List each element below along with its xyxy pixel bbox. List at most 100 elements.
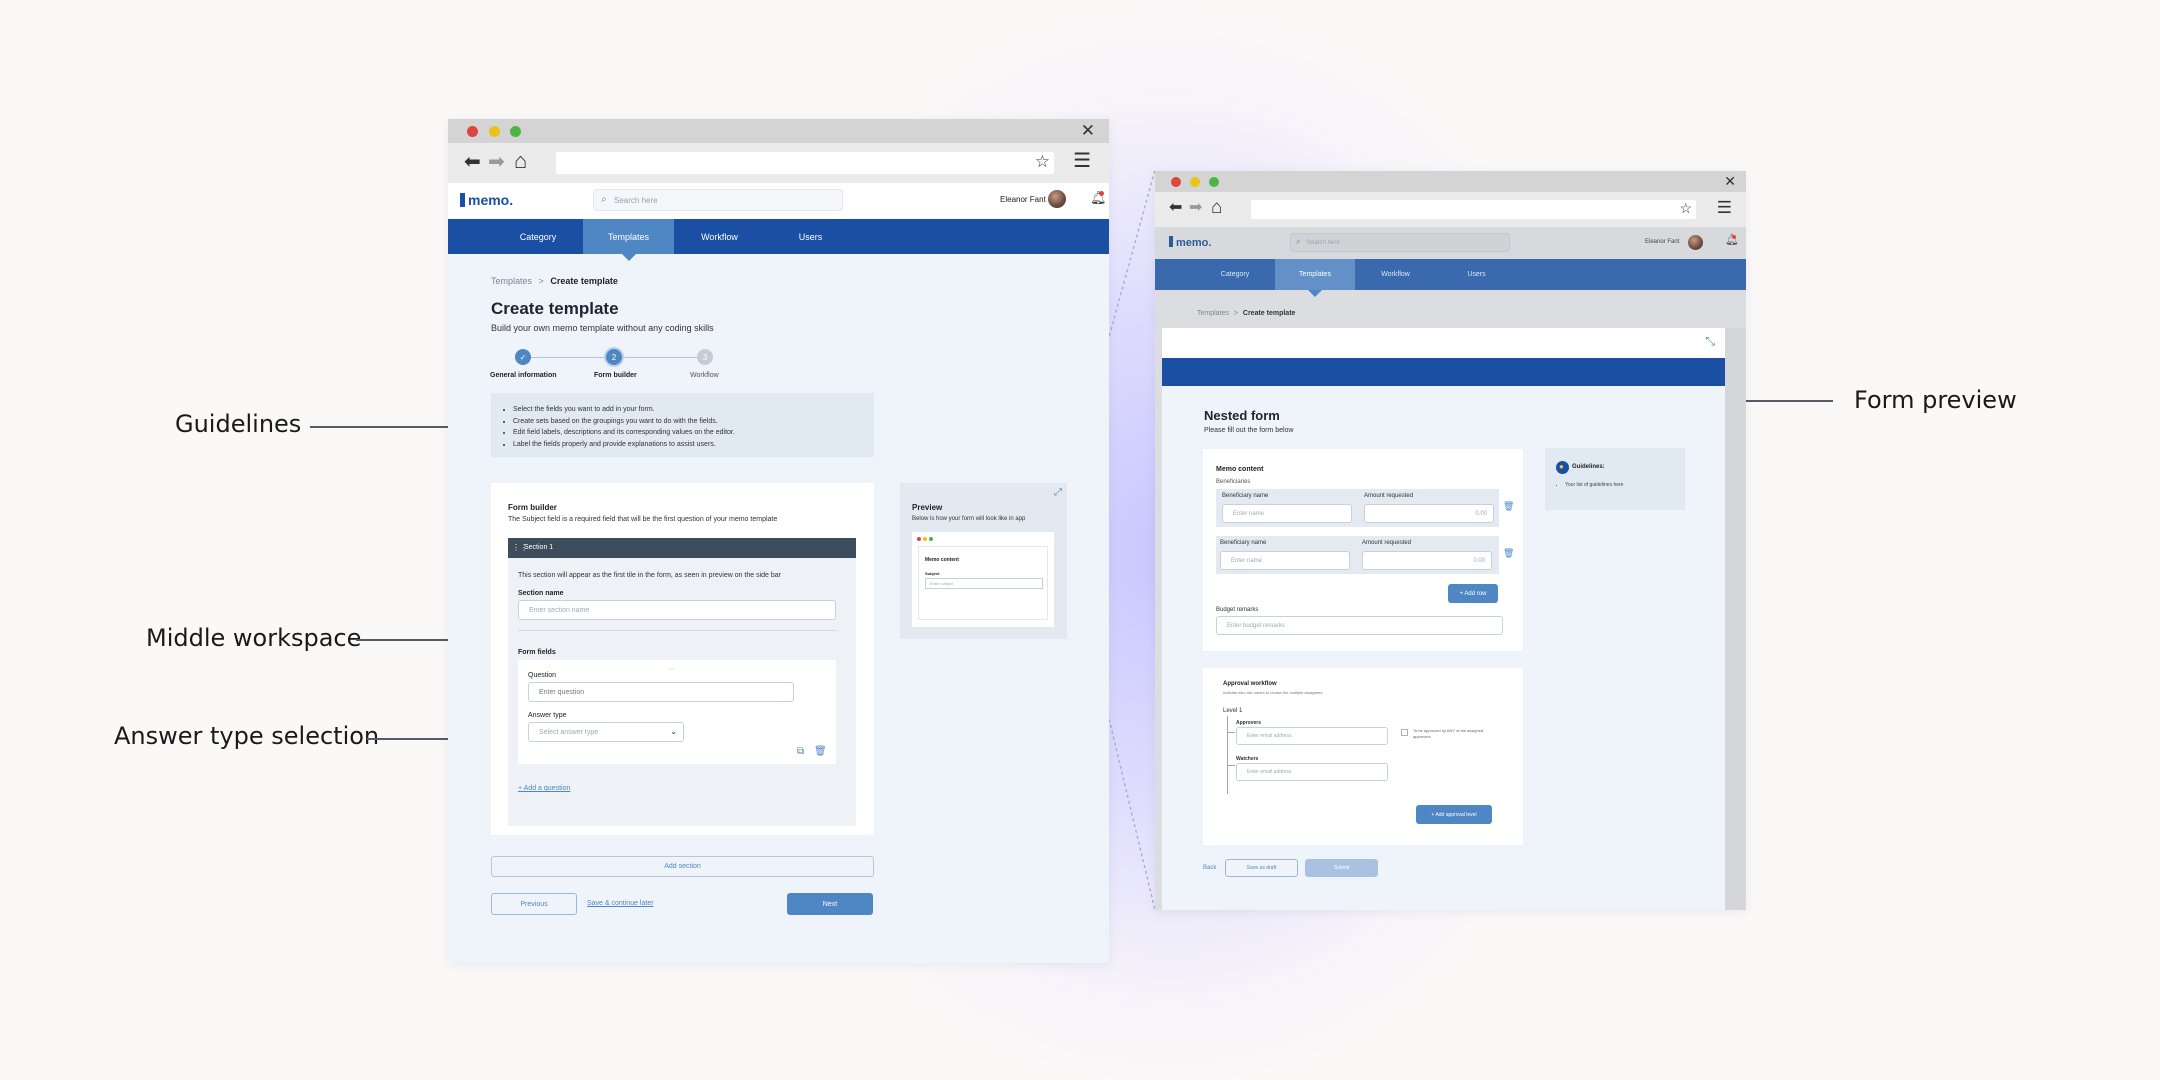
breadcrumb-parent[interactable]: Templates bbox=[491, 276, 532, 286]
bookmark-star-icon[interactable]: ☆ bbox=[1679, 201, 1692, 215]
back-link[interactable]: Back bbox=[1203, 865, 1216, 871]
section-header[interactable]: ⋮⋮ Section 1 bbox=[508, 538, 856, 558]
search-input[interactable]: ⌕ Search here bbox=[1290, 233, 1510, 252]
browser-menu-icon[interactable]: ☰ bbox=[1073, 151, 1091, 171]
beneficiary-name-input[interactable]: Enter name bbox=[1220, 551, 1350, 570]
approvers-input[interactable]: Enter email address bbox=[1236, 727, 1388, 745]
close-dot[interactable] bbox=[1171, 177, 1181, 187]
trash-icon[interactable]: 🗑︎ bbox=[814, 746, 827, 757]
search-icon: ⌕ bbox=[601, 194, 607, 205]
guideline-item: Edit field labels, descriptions and its … bbox=[513, 427, 735, 439]
approval-description: Indicate who are meant to review the mul… bbox=[1223, 690, 1323, 695]
step-3-label: Workflow bbox=[690, 372, 719, 379]
section-name-label: Section name bbox=[518, 590, 564, 597]
tab-templates[interactable]: Templates bbox=[1275, 259, 1355, 297]
lightbulb-icon: ● bbox=[1556, 461, 1569, 474]
trash-icon[interactable]: 🗑︎ bbox=[1503, 548, 1514, 559]
amount-input[interactable]: 0.00 bbox=[1364, 504, 1494, 523]
user-name[interactable]: Eleanor Fant bbox=[1000, 195, 1046, 204]
budget-remarks-input[interactable]: Enter budget remarks bbox=[1216, 616, 1503, 635]
add-section-button[interactable]: Add section bbox=[491, 856, 874, 877]
budget-remarks-label: Budget remarks bbox=[1216, 607, 1259, 613]
close-window-icon[interactable]: ✕ bbox=[1724, 174, 1736, 188]
guidelines-box: Select the fields you want to add in you… bbox=[491, 393, 874, 457]
forward-arrow-icon[interactable]: ➡ bbox=[1189, 200, 1202, 216]
home-icon[interactable]: ⌂ bbox=[514, 150, 527, 172]
mini-form: Memo content Subject Enter subject bbox=[918, 546, 1048, 620]
user-name[interactable]: Eleanor Fant bbox=[1645, 239, 1679, 245]
question-input[interactable]: Enter question bbox=[528, 682, 794, 702]
breadcrumb-separator: > bbox=[1233, 310, 1238, 317]
add-question-link[interactable]: + Add a question bbox=[518, 785, 570, 792]
submit-button[interactable]: Submit bbox=[1305, 859, 1378, 877]
answer-type-select[interactable]: Select answer type ⌄ bbox=[528, 722, 684, 742]
bookmark-star-icon[interactable]: ☆ bbox=[1035, 153, 1050, 170]
memo-logo[interactable]: memo. bbox=[460, 192, 513, 208]
tab-category[interactable]: Category bbox=[1195, 259, 1275, 290]
beneficiary-name-input[interactable]: Enter name bbox=[1222, 504, 1352, 523]
url-input[interactable]: ☆ bbox=[556, 152, 1054, 174]
answer-type-label: Answer type bbox=[528, 712, 567, 719]
mini-dot bbox=[923, 537, 927, 541]
watchers-input[interactable]: Enter email address bbox=[1236, 763, 1388, 781]
collapse-icon[interactable]: ⤡ bbox=[1705, 334, 1715, 349]
next-button[interactable]: Next bbox=[787, 893, 873, 915]
add-row-button[interactable]: + Add row bbox=[1448, 584, 1498, 603]
any-approver-checkbox[interactable] bbox=[1401, 729, 1408, 736]
mini-dot bbox=[917, 537, 921, 541]
mini-title: Memo content bbox=[925, 557, 959, 563]
home-icon[interactable]: ⌂ bbox=[1211, 198, 1222, 217]
tab-category[interactable]: Category bbox=[493, 219, 583, 254]
guideline-item: Label the fields properly and provide ex… bbox=[513, 439, 735, 451]
avatar[interactable] bbox=[1048, 190, 1066, 208]
modal-header: ⤡ bbox=[1162, 328, 1725, 358]
duplicate-icon[interactable]: ⧉ bbox=[797, 746, 804, 757]
amount-label: Amount requested bbox=[1362, 540, 1412, 546]
url-input[interactable]: ☆ bbox=[1251, 200, 1696, 219]
any-approver-label: To be approved by ANY of the assigned ap… bbox=[1413, 728, 1484, 739]
save-draft-button[interactable]: Save as draft bbox=[1225, 859, 1298, 877]
tab-users[interactable]: Users bbox=[765, 219, 856, 254]
page-title: Create template bbox=[491, 299, 619, 318]
level-label: Level 1 bbox=[1223, 708, 1243, 714]
tree-line bbox=[1227, 716, 1228, 794]
expand-icon[interactable]: ⤢ bbox=[1054, 487, 1062, 498]
beneficiary-name-label: Beneficiary name bbox=[1222, 493, 1269, 499]
step-3-indicator[interactable]: 3 bbox=[697, 349, 713, 365]
modal-banner bbox=[1162, 358, 1725, 386]
close-dot[interactable] bbox=[467, 126, 478, 137]
form-builder-description: The Subject field is a required field th… bbox=[508, 516, 778, 523]
previous-button[interactable]: Previous bbox=[491, 893, 577, 915]
minimize-dot[interactable] bbox=[489, 126, 500, 137]
beneficiary-row: Beneficiary name Amount requested Enter … bbox=[1216, 536, 1499, 574]
save-continue-link[interactable]: Save & continue later bbox=[587, 900, 654, 907]
tab-users[interactable]: Users bbox=[1436, 259, 1517, 290]
forward-arrow-icon[interactable]: ➡ bbox=[488, 152, 505, 172]
breadcrumb-parent[interactable]: Templates bbox=[1197, 310, 1229, 317]
step-2-label: Form builder bbox=[594, 372, 637, 379]
step-2-indicator[interactable]: 2 bbox=[606, 349, 622, 365]
drag-handle-icon[interactable]: ⋯ bbox=[668, 666, 674, 673]
add-approval-level-button[interactable]: + Add approval level bbox=[1416, 805, 1492, 824]
beneficiaries-label: Beneficiaries bbox=[1216, 479, 1251, 485]
maximize-dot[interactable] bbox=[1209, 177, 1219, 187]
memo-logo[interactable]: memo. bbox=[1169, 236, 1211, 249]
search-input[interactable]: ⌕ Search here bbox=[593, 189, 843, 211]
form-builder-title: Form builder bbox=[508, 503, 557, 512]
back-arrow-icon[interactable]: ⬅ bbox=[1169, 200, 1182, 216]
amount-input[interactable]: 0.00 bbox=[1362, 551, 1492, 570]
tab-workflow[interactable]: Workflow bbox=[674, 219, 765, 254]
browser-menu-icon[interactable]: ☰ bbox=[1717, 199, 1732, 216]
avatar[interactable] bbox=[1688, 235, 1703, 250]
mini-field-input: Enter subject bbox=[925, 578, 1043, 589]
maximize-dot[interactable] bbox=[510, 126, 521, 137]
back-arrow-icon[interactable]: ⬅ bbox=[464, 152, 481, 172]
close-window-icon[interactable]: ✕ bbox=[1081, 122, 1095, 139]
tab-templates[interactable]: Templates bbox=[583, 219, 674, 261]
callout-form-preview: Form preview bbox=[1854, 386, 2017, 414]
step-1-indicator[interactable]: ✓ bbox=[515, 349, 531, 365]
tab-workflow[interactable]: Workflow bbox=[1355, 259, 1436, 290]
section-name-input[interactable]: Enter section name bbox=[518, 600, 836, 620]
trash-icon[interactable]: 🗑︎ bbox=[1503, 501, 1514, 512]
minimize-dot[interactable] bbox=[1190, 177, 1200, 187]
